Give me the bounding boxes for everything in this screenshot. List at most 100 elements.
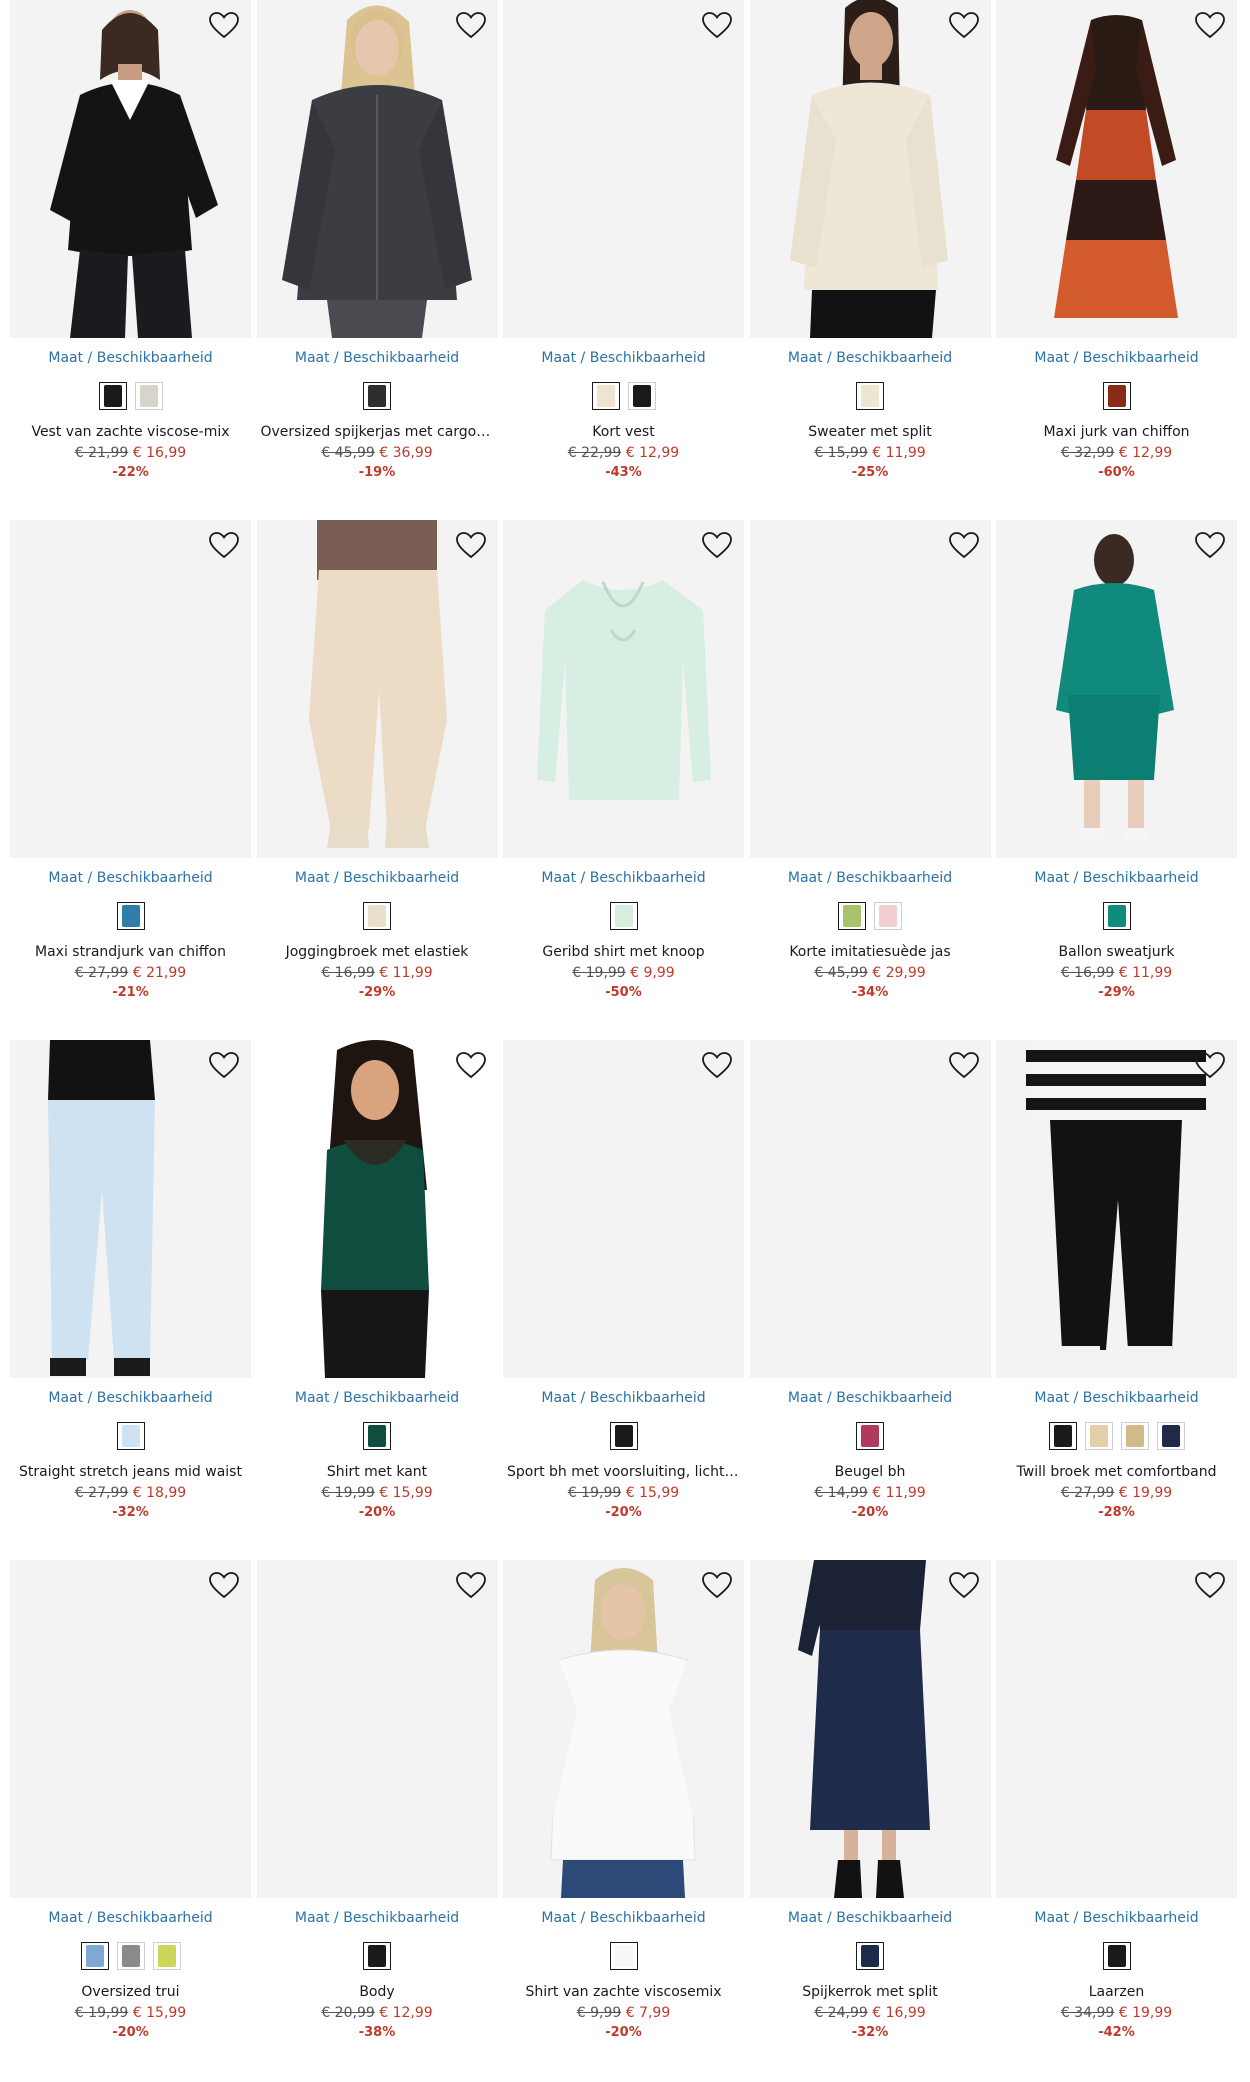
product-image[interactable]	[503, 1560, 744, 1898]
size-availability-link[interactable]: Maat / Beschikbaarheid	[503, 350, 744, 366]
color-swatch[interactable]	[1102, 1942, 1131, 1970]
heart-icon[interactable]	[454, 10, 488, 40]
product-image[interactable]	[749, 0, 991, 338]
product-image[interactable]	[10, 520, 251, 858]
product-title[interactable]: Joggingbroek met elastiek	[257, 944, 498, 960]
color-swatch[interactable]	[363, 1942, 391, 1970]
color-swatch[interactable]	[591, 382, 620, 410]
heart-icon[interactable]	[947, 1570, 981, 1600]
product-card-8[interactable]: Maat / Beschikbaarheid Geribd shirt met …	[503, 520, 744, 1040]
heart-icon[interactable]	[454, 1050, 488, 1080]
product-title[interactable]: Kort vest	[503, 424, 744, 440]
product-title[interactable]: Sweater met split	[750, 424, 991, 440]
product-title[interactable]: Sport bh met voorsluiting, lichte steun	[503, 1464, 744, 1480]
color-swatch[interactable]	[856, 1942, 884, 1970]
size-availability-link[interactable]: Maat / Beschikbaarheid	[503, 1390, 744, 1406]
product-title[interactable]: Twill broek met comfortband	[996, 1464, 1237, 1480]
size-availability-link[interactable]: Maat / Beschikbaarheid	[996, 350, 1237, 366]
heart-icon[interactable]	[207, 530, 241, 560]
size-availability-link[interactable]: Maat / Beschikbaarheid	[750, 870, 991, 886]
color-swatch[interactable]	[874, 902, 902, 930]
color-swatch[interactable]	[363, 902, 391, 930]
product-image[interactable]	[996, 1040, 1237, 1378]
product-card-13[interactable]: Maat / Beschikbaarheid Sport bh met voor…	[503, 1040, 744, 1560]
product-card-17[interactable]: Maat / Beschikbaarheid Body € 20,99 € 12…	[256, 1560, 498, 2080]
product-card-12[interactable]: Maat / Beschikbaarheid Shirt met kant € …	[256, 1040, 498, 1560]
size-availability-link[interactable]: Maat / Beschikbaarheid	[10, 350, 251, 366]
product-card-10[interactable]: Maat / Beschikbaarheid Ballon sweatjurk …	[996, 520, 1237, 1040]
color-swatch[interactable]	[609, 1942, 638, 1970]
product-card-7[interactable]: Maat / Beschikbaarheid Joggingbroek met …	[256, 520, 498, 1040]
size-availability-link[interactable]: Maat / Beschikbaarheid	[996, 1910, 1237, 1926]
product-card-19[interactable]: Maat / Beschikbaarheid Spijkerrok met sp…	[749, 1560, 991, 2080]
product-card-11[interactable]: Maat / Beschikbaarheid Straight stretch …	[10, 1040, 251, 1560]
heart-icon[interactable]	[1193, 530, 1227, 560]
color-swatch[interactable]	[1048, 1422, 1077, 1450]
size-availability-link[interactable]: Maat / Beschikbaarheid	[750, 1390, 991, 1406]
size-availability-link[interactable]: Maat / Beschikbaarheid	[996, 870, 1237, 886]
product-image[interactable]	[256, 520, 498, 858]
product-title[interactable]: Body	[257, 1984, 498, 2000]
heart-icon[interactable]	[947, 10, 981, 40]
color-swatch[interactable]	[609, 1422, 638, 1450]
color-swatch[interactable]	[1102, 382, 1131, 410]
size-availability-link[interactable]: Maat / Beschikbaarheid	[503, 870, 744, 886]
product-image[interactable]	[503, 1040, 744, 1378]
size-availability-link[interactable]: Maat / Beschikbaarheid	[750, 350, 991, 366]
heart-icon[interactable]	[700, 530, 734, 560]
product-image[interactable]	[749, 520, 991, 858]
color-swatch[interactable]	[627, 382, 656, 410]
product-title[interactable]: Oversized spijkerjas met cargodetails	[257, 424, 498, 440]
size-availability-link[interactable]: Maat / Beschikbaarheid	[10, 1910, 251, 1926]
heart-icon[interactable]	[700, 10, 734, 40]
color-swatch[interactable]	[363, 1422, 391, 1450]
heart-icon[interactable]	[1193, 1570, 1227, 1600]
color-swatch[interactable]	[134, 382, 163, 410]
product-image[interactable]	[503, 520, 744, 858]
heart-icon[interactable]	[947, 1050, 981, 1080]
size-availability-link[interactable]: Maat / Beschikbaarheid	[10, 870, 251, 886]
product-title[interactable]: Beugel bh	[750, 1464, 991, 1480]
product-title[interactable]: Laarzen	[996, 1984, 1237, 2000]
color-swatch[interactable]	[152, 1942, 181, 1970]
product-title[interactable]: Korte imitatiesuède jas	[750, 944, 991, 960]
product-card-9[interactable]: Maat / Beschikbaarheid Korte imitatiesuè…	[749, 520, 991, 1040]
product-title[interactable]: Shirt van zachte viscosemix	[503, 1984, 744, 2000]
product-image[interactable]	[996, 0, 1237, 338]
heart-icon[interactable]	[454, 1570, 488, 1600]
product-image[interactable]	[256, 1560, 498, 1898]
color-swatch[interactable]	[838, 902, 866, 930]
size-availability-link[interactable]: Maat / Beschikbaarheid	[257, 350, 498, 366]
heart-icon[interactable]	[700, 1050, 734, 1080]
product-image[interactable]	[256, 1040, 498, 1378]
product-image[interactable]	[749, 1560, 991, 1898]
heart-icon[interactable]	[947, 530, 981, 560]
product-card-3[interactable]: Maat / Beschikbaarheid Kort vest € 22,99…	[503, 0, 744, 520]
color-swatch[interactable]	[1120, 1422, 1149, 1450]
color-swatch[interactable]	[98, 382, 127, 410]
heart-icon[interactable]	[1193, 1050, 1227, 1080]
product-card-1[interactable]: Maat / Beschikbaarheid Vest van zachte v…	[10, 0, 251, 520]
product-image[interactable]	[996, 1560, 1237, 1898]
product-card-6[interactable]: Maat / Beschikbaarheid Maxi strandjurk v…	[10, 520, 251, 1040]
product-image[interactable]	[503, 0, 744, 338]
product-image[interactable]	[10, 1040, 251, 1378]
color-swatch[interactable]	[116, 1422, 145, 1450]
product-card-4[interactable]: Maat / Beschikbaarheid Sweater met split…	[749, 0, 991, 520]
product-image[interactable]	[10, 0, 251, 338]
heart-icon[interactable]	[1193, 10, 1227, 40]
color-swatch[interactable]	[80, 1942, 109, 1970]
size-availability-link[interactable]: Maat / Beschikbaarheid	[750, 1910, 991, 1926]
color-swatch[interactable]	[609, 902, 638, 930]
product-title[interactable]: Straight stretch jeans mid waist	[10, 1464, 251, 1480]
size-availability-link[interactable]: Maat / Beschikbaarheid	[10, 1390, 251, 1406]
product-card-16[interactable]: Maat / Beschikbaarheid Oversized trui € …	[10, 1560, 251, 2080]
product-title[interactable]: Geribd shirt met knoop	[503, 944, 744, 960]
color-swatch[interactable]	[1156, 1422, 1185, 1450]
size-availability-link[interactable]: Maat / Beschikbaarheid	[503, 1910, 744, 1926]
product-title[interactable]: Maxi strandjurk van chiffon	[10, 944, 251, 960]
heart-icon[interactable]	[700, 1570, 734, 1600]
heart-icon[interactable]	[454, 530, 488, 560]
product-image[interactable]	[749, 1040, 991, 1378]
color-swatch[interactable]	[1084, 1422, 1113, 1450]
